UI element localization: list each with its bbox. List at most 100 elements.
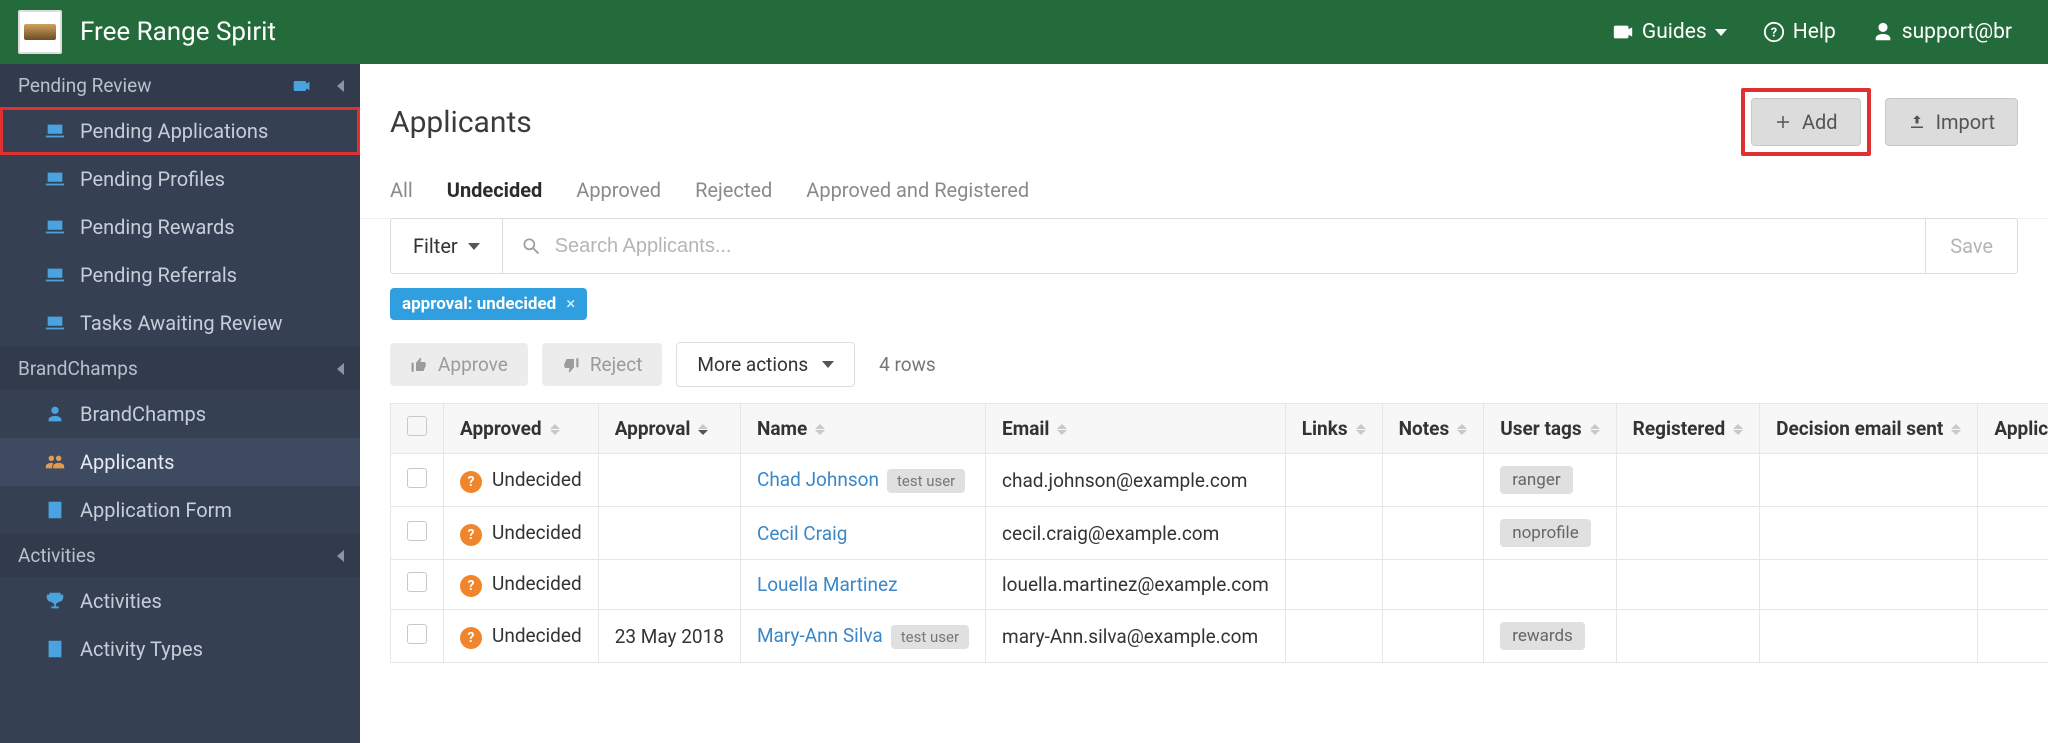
filter-dropdown[interactable]: Filter xyxy=(391,219,503,273)
approval-date xyxy=(598,507,740,560)
question-icon: ? xyxy=(460,575,482,597)
tab-approved[interactable]: Approved xyxy=(576,178,661,202)
row-checkbox[interactable] xyxy=(407,572,427,592)
application-cell xyxy=(1978,507,2048,560)
sidebar-group-activities[interactable]: Activities xyxy=(0,534,360,577)
save-filter-button[interactable]: Save xyxy=(1926,218,2018,274)
tab-rejected[interactable]: Rejected xyxy=(695,178,772,202)
column-header-name[interactable]: Name xyxy=(740,404,985,454)
search-icon xyxy=(521,236,541,256)
applicant-email: mary-Ann.silva@example.com xyxy=(986,610,1286,663)
user-tag[interactable]: noprofile xyxy=(1500,519,1591,547)
column-header-application[interactable]: Application xyxy=(1978,404,2048,454)
column-header-decision-email-sent[interactable]: Decision email sent xyxy=(1760,404,1978,454)
chevron-left-icon xyxy=(337,550,344,562)
question-icon: ? xyxy=(460,627,482,649)
sidebar-item-tasks-awaiting-review[interactable]: Tasks Awaiting Review xyxy=(0,299,360,347)
column-label: Email xyxy=(1002,417,1049,440)
brand-logo[interactable] xyxy=(18,10,62,54)
user-label: support@br xyxy=(1902,20,2012,44)
approved-value: Undecided xyxy=(492,572,582,595)
filter-chip[interactable]: approval: undecided × xyxy=(390,288,587,320)
row-checkbox[interactable] xyxy=(407,624,427,644)
filter-label: Filter xyxy=(413,234,458,258)
column-label: Name xyxy=(757,417,807,440)
help-label: Help xyxy=(1793,20,1836,44)
thumbs-up-icon xyxy=(410,356,428,374)
close-icon[interactable]: × xyxy=(566,294,575,314)
column-header-notes[interactable]: Notes xyxy=(1382,404,1484,454)
sidebar-item-label: Activities xyxy=(80,589,162,613)
registered-cell xyxy=(1616,507,1760,560)
sidebar-item-activity-types[interactable]: Activity Types xyxy=(0,625,360,673)
user-menu[interactable]: support@br xyxy=(1854,20,2030,44)
sidebar-item-label: Pending Rewards xyxy=(80,215,235,239)
row-checkbox[interactable] xyxy=(407,468,427,488)
help-link[interactable]: ? Help xyxy=(1745,20,1854,44)
links-cell xyxy=(1285,610,1382,663)
sidebar-item-pending-rewards[interactable]: Pending Rewards xyxy=(0,203,360,251)
column-header-approval[interactable]: Approval xyxy=(598,404,740,454)
tab-undecided[interactable]: Undecided xyxy=(447,178,543,202)
column-header-email[interactable]: Email xyxy=(986,404,1286,454)
decision-cell xyxy=(1760,454,1978,507)
sort-icon xyxy=(1356,424,1366,435)
sidebar-item-brandchamps[interactable]: BrandChamps xyxy=(0,390,360,438)
sort-icon xyxy=(815,424,825,435)
sidebar-group-brandchamps[interactable]: BrandChamps xyxy=(0,347,360,390)
sidebar-item-pending-applications[interactable]: Pending Applications xyxy=(0,107,360,155)
sort-icon xyxy=(1057,424,1067,435)
column-header-user-tags[interactable]: User tags xyxy=(1484,404,1616,454)
sidebar-item-label: Activity Types xyxy=(80,637,203,661)
reject-button[interactable]: Reject xyxy=(542,343,663,386)
user-tag[interactable]: ranger xyxy=(1500,466,1572,494)
notes-cell xyxy=(1382,560,1484,610)
column-header-links[interactable]: Links xyxy=(1285,404,1382,454)
sidebar-item-activities[interactable]: Activities xyxy=(0,577,360,625)
column-header-approved[interactable]: Approved xyxy=(444,404,599,454)
table-row: ?UndecidedCecil Craigcecil.craig@example… xyxy=(391,507,2048,560)
row-checkbox[interactable] xyxy=(407,521,427,541)
approval-date xyxy=(598,454,740,507)
add-button-highlight: Add xyxy=(1741,88,1871,156)
applicant-name-link[interactable]: Mary-Ann Silva xyxy=(757,624,883,647)
select-all-checkbox[interactable] xyxy=(407,416,427,436)
tags-cell xyxy=(1484,560,1616,610)
approved-value: Undecided xyxy=(492,468,582,491)
sidebar-item-label: Pending Profiles xyxy=(80,167,225,191)
tab-approved-and-registered[interactable]: Approved and Registered xyxy=(806,178,1029,202)
applicant-name-link[interactable]: Cecil Craig xyxy=(757,522,847,545)
sidebar-item-pending-profiles[interactable]: Pending Profiles xyxy=(0,155,360,203)
sidebar-item-application-form[interactable]: Application Form xyxy=(0,486,360,534)
registered-cell xyxy=(1616,560,1760,610)
import-button[interactable]: Import xyxy=(1885,98,2018,146)
sort-icon xyxy=(550,424,560,435)
guides-menu[interactable]: Guides xyxy=(1594,20,1745,44)
sidebar-item-label: Applicants xyxy=(80,450,175,474)
user-tag[interactable]: rewards xyxy=(1500,622,1585,650)
page-title: Applicants xyxy=(390,105,532,140)
question-icon: ? xyxy=(460,471,482,493)
add-button[interactable]: Add xyxy=(1751,98,1861,146)
approve-button[interactable]: Approve xyxy=(390,343,528,386)
reject-label: Reject xyxy=(590,353,643,376)
approved-value: Undecided xyxy=(492,624,582,647)
table-row: ?UndecidedLouella Martinezlouella.martin… xyxy=(391,560,2048,610)
app-header: Free Range Spirit Guides ? Help support@… xyxy=(0,0,2048,64)
applicant-email: cecil.craig@example.com xyxy=(986,507,1286,560)
name-pill: test user xyxy=(887,469,965,493)
column-header-registered[interactable]: Registered xyxy=(1616,404,1760,454)
applicant-name-link[interactable]: Louella Martinez xyxy=(757,573,898,596)
table-row: ?Undecided23 May 2018Mary-Ann Silvatest … xyxy=(391,610,2048,663)
more-actions-dropdown[interactable]: More actions xyxy=(676,342,855,387)
applicant-name-link[interactable]: Chad Johnson xyxy=(757,468,879,491)
applicant-email: chad.johnson@example.com xyxy=(986,454,1286,507)
name-pill: test user xyxy=(891,625,969,649)
sidebar-group-pending-review[interactable]: Pending Review xyxy=(0,64,360,107)
sidebar-item-applicants[interactable]: Applicants xyxy=(0,438,360,486)
tab-all[interactable]: All xyxy=(390,178,413,202)
row-count: 4 rows xyxy=(879,353,936,376)
search-input[interactable] xyxy=(555,235,1926,258)
guides-label: Guides xyxy=(1642,20,1707,44)
sidebar-item-pending-referrals[interactable]: Pending Referrals xyxy=(0,251,360,299)
